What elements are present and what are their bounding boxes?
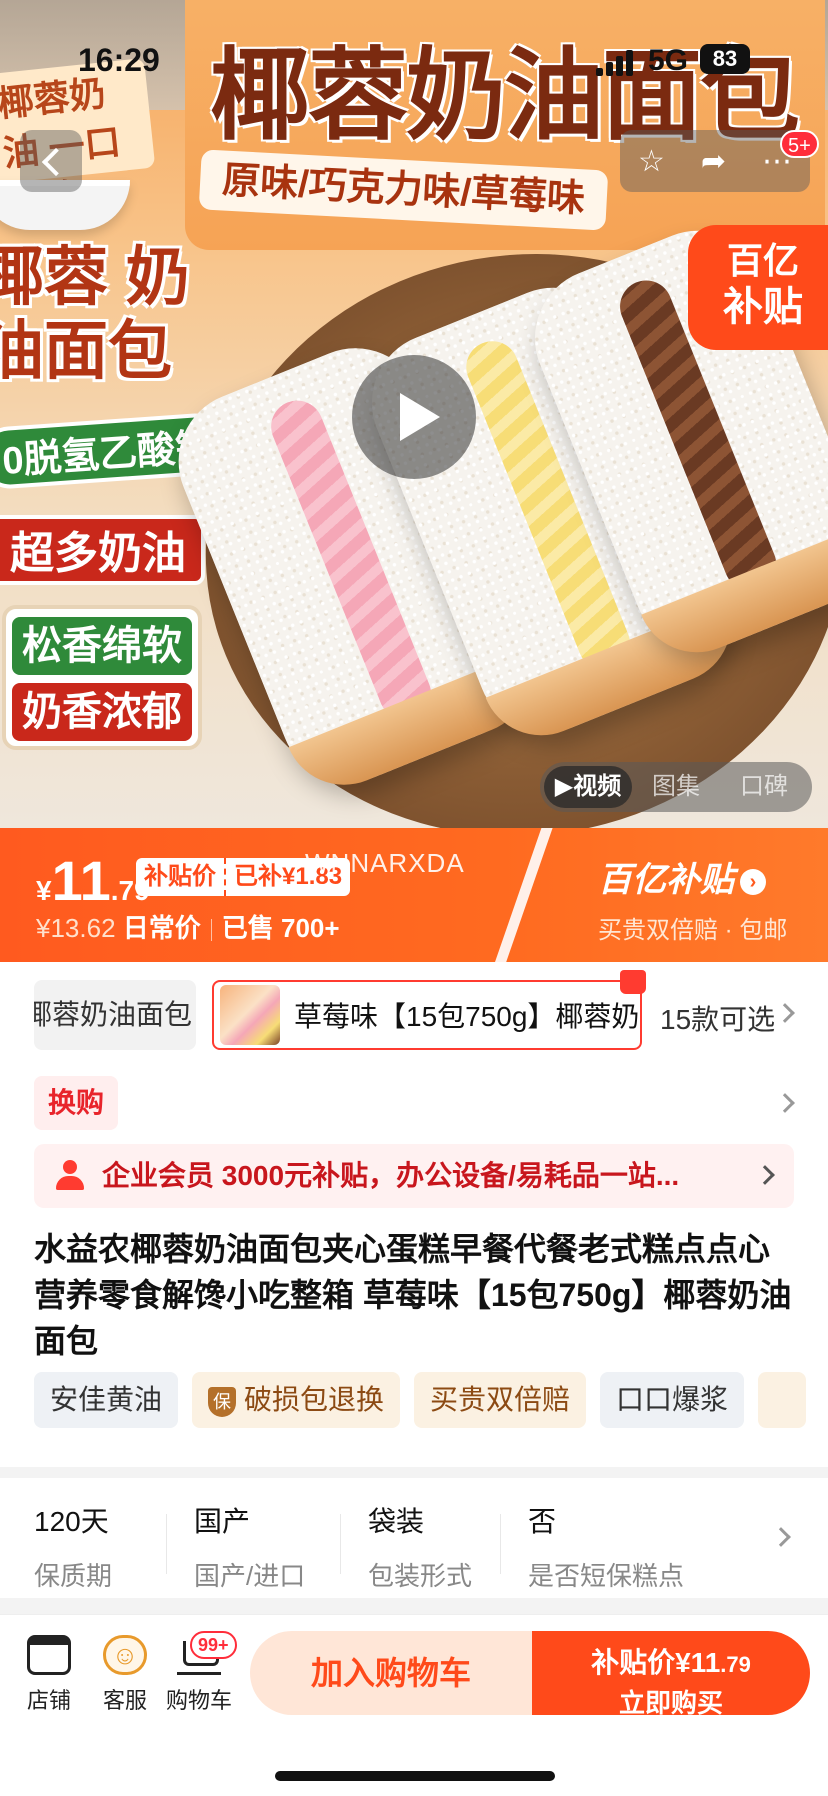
price-integer: 11	[51, 849, 111, 912]
product-title: 水益农椰蓉奶油面包夹心蛋糕早餐代餐老式糕点点心营养零食解馋小吃整箱 草莓味【15…	[34, 1231, 792, 1359]
sku-more-options[interactable]: 15款可选	[660, 998, 775, 1038]
billion-subsidy-link[interactable]: 百亿补贴 ›	[598, 852, 766, 901]
sold-count: 已售 700+	[221, 913, 340, 943]
subsidy-price-label: 补贴价	[136, 858, 226, 896]
spec-item: 袋装 包装形式	[368, 1500, 472, 1593]
customer-service-icon	[103, 1635, 147, 1675]
buy-price: 补贴价¥11.79	[591, 1647, 751, 1678]
add-to-cart-button[interactable]: 加入购物车	[250, 1631, 532, 1715]
watermark-text: WNNARXDA	[305, 848, 465, 878]
spec-key: 包装形式	[368, 1561, 473, 1591]
store-button[interactable]: 店铺	[14, 1635, 84, 1715]
spec-key: 国产/进口	[194, 1561, 306, 1591]
spec-value: 国产	[194, 1506, 251, 1537]
hero-badge-duo: 松香绵软 奶香浓郁	[2, 605, 202, 750]
spec-value: 120天	[34, 1506, 109, 1537]
chevron-right-icon	[771, 1527, 791, 1547]
tag-item: 口口爆浆	[600, 1372, 745, 1428]
tag-item: 买贵双倍赔	[414, 1372, 587, 1428]
bottom-action-bar: 店铺 客服 购物车 99+ 加入购物车 补贴价¥11.79 立即购买	[0, 1614, 828, 1796]
store-label: 店铺	[26, 1688, 71, 1713]
sku-option-selected[interactable]: 草莓味【15包750g】椰蓉奶	[212, 980, 642, 1050]
original-price: ¥13.62	[36, 913, 116, 943]
daily-price-label: 日常价	[122, 913, 201, 943]
tab-video[interactable]: ▶视频	[544, 766, 632, 808]
share-icon[interactable]: ➦	[701, 144, 726, 179]
divider	[166, 1514, 167, 1574]
price-currency: ¥	[36, 875, 52, 906]
hero-badge-duo-bottom: 奶香浓郁	[12, 683, 192, 741]
chevron-right-icon: ›	[740, 869, 766, 896]
customer-service-button[interactable]: 客服	[90, 1635, 160, 1715]
chevron-right-icon	[775, 1093, 795, 1113]
hero-subsidy-l1: 百亿	[726, 240, 799, 281]
swap-row[interactable]: 换购	[0, 1068, 828, 1150]
spec-item: 120天 保质期	[34, 1500, 112, 1593]
chevron-right-icon	[755, 1165, 775, 1185]
sku-selected-label: 草莓味【15包750g】椰蓉奶	[294, 1001, 640, 1032]
hero-subsidy-badge: 百亿 补贴	[688, 225, 828, 350]
spec-item: 国产 国产/进口	[194, 1500, 305, 1593]
price-bar-divider	[495, 828, 553, 962]
tag-item-partial	[758, 1372, 806, 1428]
media-tabs: ▶视频 图集 口碑	[540, 762, 812, 812]
billion-subsidy-logo: 百亿补贴	[598, 861, 734, 899]
buy-now-label: 立即购买	[618, 1688, 723, 1718]
cart-count-badge: 99+	[190, 1631, 237, 1659]
sku-option[interactable]: 椰蓉奶油面包	[34, 980, 196, 1050]
product-hero-image[interactable]: 椰蓉奶油面包 原味/巧克力味/草莓味 椰蓉奶油 一口爆浆 椰蓉 奶油面包 0脱氢…	[0, 0, 828, 828]
swap-tag: 换购	[34, 1076, 118, 1130]
tab-gallery[interactable]: 图集	[632, 766, 720, 808]
store-icon	[27, 1635, 71, 1675]
message-count-badge: 5+	[780, 130, 819, 158]
shield-icon: 保	[208, 1386, 237, 1417]
hero-badge-duo-top: 松香绵软	[12, 617, 192, 675]
spec-value: 否	[528, 1506, 557, 1537]
home-indicator	[275, 1771, 555, 1781]
back-button[interactable]	[20, 130, 82, 192]
status-time: 16:29	[78, 42, 160, 78]
cart-label: 购物车	[165, 1688, 232, 1713]
service-label: 客服	[102, 1688, 147, 1713]
signal-icon	[596, 50, 636, 76]
spec-key: 是否短保糕点	[528, 1561, 685, 1591]
current-price: ¥11.79	[36, 848, 150, 913]
favorite-star-icon[interactable]: ☆	[638, 144, 665, 179]
spec-value: 袋装	[368, 1506, 425, 1537]
product-info-section: 椰蓉奶油面包 草莓味【15包750g】椰蓉奶 15款可选 换购 企业会员 300…	[0, 962, 828, 1467]
tab-reviews[interactable]: 口碑	[720, 766, 808, 808]
promo-text: 企业会员 3000元补贴，办公设备/易耗品一站...	[102, 1160, 680, 1191]
hero-subsidy-l2: 补贴	[723, 285, 803, 329]
play-video-button[interactable]	[352, 355, 476, 479]
battery-icon: 83	[700, 44, 750, 74]
buy-now-button[interactable]: 补贴价¥11.79 立即购买	[532, 1631, 810, 1718]
chevron-right-icon	[775, 1003, 795, 1023]
status-bar: 16:29 5G 83	[0, 0, 828, 100]
spec-item: 否 是否短保糕点	[528, 1500, 684, 1593]
thumbs-up-icon	[620, 970, 646, 994]
spec-key: 保质期	[34, 1561, 113, 1591]
tag-item: 保破损包退换	[192, 1372, 401, 1428]
hero-side-title: 椰蓉 奶油面包	[0, 241, 190, 387]
price-bar: ¥11.79 补贴价 已补¥1.83 WNNARXDA ¥13.62 日常价 已售…	[0, 828, 828, 962]
price-secondary: ¥13.62 日常价 已售 700+	[36, 908, 340, 945]
sku-selector: 椰蓉奶油面包 草莓味【15包750g】椰蓉奶 15款可选	[0, 962, 828, 1068]
product-tags: 安佳黄油保破损包退换 买贵双倍赔 口口爆浆	[34, 1372, 828, 1428]
divider	[500, 1514, 501, 1574]
user-icon	[56, 1160, 84, 1190]
sku-thumbnail	[220, 985, 280, 1045]
billion-subsidy-sub: 买贵双倍赔 · 包邮	[598, 917, 788, 944]
enterprise-promo-banner[interactable]: 企业会员 3000元补贴，办公设备/易耗品一站...	[34, 1144, 794, 1208]
divider	[340, 1514, 341, 1574]
tag-item: 安佳黄油	[34, 1372, 179, 1428]
spec-row[interactable]: 120天 保质期 国产 国产/进口 袋装 包装形式 否 是否短保糕点	[0, 1478, 828, 1598]
network-label: 5G	[648, 44, 689, 77]
hero-badge-red: 超多奶油	[0, 515, 205, 585]
